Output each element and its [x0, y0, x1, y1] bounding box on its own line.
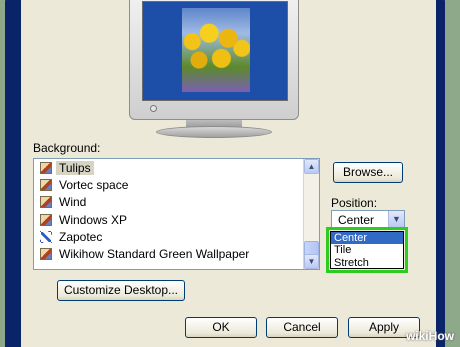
monitor-stand — [156, 126, 272, 138]
cancel-button[interactable]: Cancel — [266, 317, 338, 338]
list-item-label: Zapotec — [59, 229, 103, 244]
wallpaper-preview-image — [182, 8, 250, 92]
image-file-icon — [40, 161, 52, 174]
list-item[interactable]: Vortec space — [34, 176, 303, 193]
power-led-icon — [150, 105, 157, 112]
watermark-how: How — [428, 329, 454, 343]
list-item-label: Vortec space — [59, 177, 129, 192]
list-item[interactable]: Tulips — [34, 159, 303, 176]
dropdown-option-tile[interactable]: Tile — [331, 244, 403, 256]
position-label: Position: — [331, 196, 378, 210]
list-item[interactable]: Wikihow Standard Green Wallpaper — [34, 245, 303, 262]
wikihow-watermark: wikiHow — [406, 329, 454, 343]
scroll-up-arrow-icon[interactable]: ▲ — [304, 159, 319, 174]
list-item-label: Wind — [59, 195, 87, 210]
image-file-icon — [40, 196, 52, 209]
scroll-down-arrow-icon[interactable]: ▼ — [304, 254, 319, 269]
monitor-preview — [129, 0, 299, 120]
list-item-label: Tulips — [56, 160, 94, 175]
list-item-label: Windows XP — [59, 212, 128, 227]
watermark-wiki: wiki — [405, 329, 429, 343]
image-file-icon — [40, 178, 52, 191]
list-item-label: Wikihow Standard Green Wallpaper — [59, 247, 250, 262]
position-selected-value: Center — [338, 213, 375, 227]
image-file-icon — [40, 213, 52, 226]
chevron-down-icon[interactable]: ▼ — [388, 211, 404, 227]
position-select[interactable]: Center ▼ — [331, 210, 405, 228]
background-listbox[interactable]: Tulips Vortec space Wind Windows XP Zapo… — [33, 158, 320, 270]
list-item[interactable]: Windows XP — [34, 211, 303, 228]
ok-button[interactable]: OK — [185, 317, 257, 338]
dropdown-option-center[interactable]: Center — [331, 232, 403, 245]
browse-button[interactable]: Browse... — [333, 162, 403, 183]
pen-icon — [40, 230, 52, 243]
customize-desktop-button[interactable]: Customize Desktop... — [57, 280, 185, 301]
list-item[interactable]: Wind — [34, 194, 303, 211]
dropdown-option-stretch[interactable]: Stretch — [331, 257, 403, 269]
position-dropdown-list[interactable]: Center Tile Stretch — [330, 231, 404, 269]
image-file-icon — [40, 248, 52, 261]
background-label: Background: — [33, 141, 101, 155]
list-item[interactable]: Zapotec — [34, 228, 303, 245]
monitor-screen — [142, 1, 288, 101]
vertical-scrollbar[interactable]: ▲ ▼ — [303, 159, 319, 269]
